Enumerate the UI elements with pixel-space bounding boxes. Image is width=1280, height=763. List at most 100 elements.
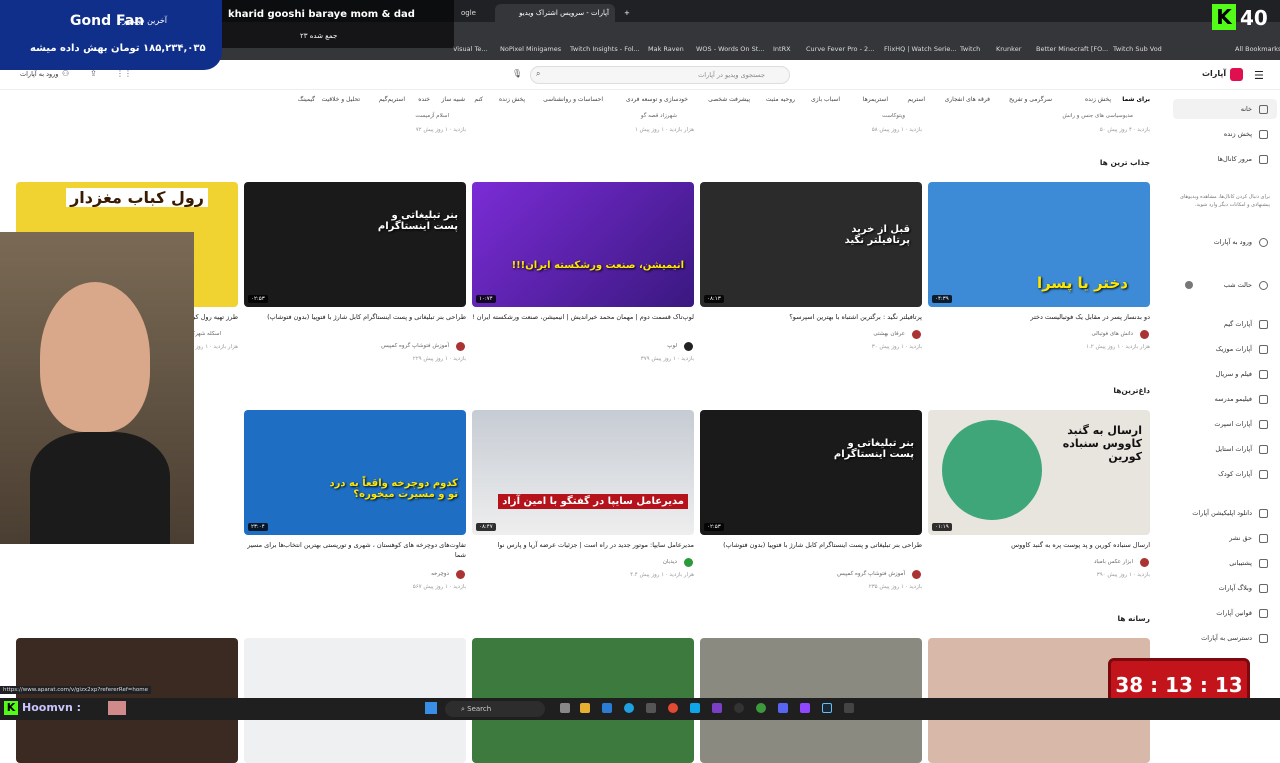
taskbar-search[interactable]: ⌕ Search — [445, 701, 545, 717]
sidebar-item-style[interactable]: آپارات استایل — [1215, 445, 1252, 453]
sidebar-item-night-mode[interactable]: حالت شب — [1224, 281, 1252, 289]
video-thumbnail[interactable]: دختر یا پسرا ۰۴:۳۹ — [928, 182, 1150, 307]
sidebar-item-login[interactable]: ورود به آپارات — [1214, 238, 1252, 246]
video-thumbnail[interactable]: مدیرعامل سایپا در گفتگو با امین آزاد ۰۸:… — [472, 410, 694, 535]
taskbar-app-icon[interactable] — [560, 703, 570, 713]
category-chip[interactable]: گیمینگ — [298, 96, 315, 103]
sidebar-item-support[interactable]: پشتیبانی — [1229, 559, 1252, 567]
sidebar-item-sport[interactable]: آپارات اسپرت — [1214, 420, 1252, 428]
channel-name[interactable]: اسلام آزمیست — [244, 113, 449, 119]
video-title[interactable]: تفاوت‌های دوچرخه های کوهستان ، شهری و تو… — [244, 540, 466, 560]
sidebar-item-download-app[interactable]: دانلود اپلیکیشن آپارات — [1192, 509, 1252, 517]
browser-tab-active[interactable]: آپارات - سرویس اشتراک ویدیو — [495, 4, 615, 22]
browser-tab[interactable]: ogle — [455, 4, 493, 22]
taskbar-app-icon[interactable] — [712, 703, 722, 713]
sidebar-item-blog[interactable]: وبلاگ آپارات — [1219, 584, 1252, 592]
windows-start-icon[interactable] — [425, 702, 437, 714]
category-chip[interactable]: پخش زنده — [1085, 96, 1111, 103]
video-thumbnail[interactable]: ارسال به گنبد کاووس سنباده کورین ۰۱:۱۹ — [928, 410, 1150, 535]
channel-avatar[interactable] — [912, 570, 921, 579]
channel-avatar[interactable] — [684, 558, 693, 567]
channel-name[interactable]: آموزش فتوشاپ گروه کمپیس — [244, 343, 449, 349]
category-chip[interactable]: استریم — [908, 96, 925, 103]
video-title[interactable]: طراحی بنر تبلیغاتی و پست اینستاگرام کابل… — [244, 312, 466, 322]
sidebar-item-live[interactable]: پخش زنده — [1224, 130, 1252, 138]
taskbar-app-icon[interactable] — [756, 703, 766, 713]
channel-name[interactable]: مدیوسیاسی های جنس و رانش — [928, 113, 1133, 119]
category-chip[interactable]: خنده — [418, 96, 430, 103]
category-chip[interactable]: برای شما — [1122, 96, 1150, 103]
sidebar-item-access[interactable]: دسترسی به آپارات — [1201, 634, 1252, 642]
sidebar-item-film[interactable]: فیلم و سریال — [1216, 370, 1252, 378]
sidebar-item-school[interactable]: فیلیمو مدرسه — [1215, 395, 1252, 403]
category-chip[interactable]: روحیه مثبت — [766, 96, 795, 103]
category-chip[interactable]: کنم — [474, 96, 483, 103]
taskbar-app-icon[interactable] — [602, 703, 612, 713]
bookmark-item[interactable]: All Bookmarks — [1235, 45, 1280, 53]
site-logo[interactable]: آپارات — [1202, 69, 1226, 78]
category-chip[interactable]: پخش زنده — [499, 96, 525, 103]
category-chip[interactable]: خودسازی و توسعه فردی — [626, 96, 688, 103]
channel-name[interactable]: ویتوکاست — [700, 113, 905, 119]
video-title[interactable]: مدیرعامل سایپا: موتور جدید در راه است | … — [472, 540, 694, 550]
sidebar-item-home[interactable]: خانه — [1241, 105, 1252, 113]
bookmark-item[interactable]: Better Minecraft [FO... — [1036, 45, 1108, 53]
taskbar-app-icon[interactable] — [690, 703, 700, 713]
bookmark-item[interactable]: WOS - Words On St... — [696, 45, 764, 53]
channel-name[interactable]: عرفان بهشتی — [700, 331, 905, 337]
sidebar-item-copyright[interactable]: حق نشر — [1229, 534, 1252, 542]
category-chip[interactable]: پیشرفت شخصی — [708, 96, 750, 103]
channel-avatar[interactable] — [684, 342, 693, 351]
channel-name[interactable]: دیدبان — [472, 559, 677, 565]
edge-icon[interactable] — [624, 703, 634, 713]
video-title[interactable]: طراحی بنر تبلیغاتی و پست اینستاگرام کابل… — [700, 540, 922, 550]
video-title[interactable]: پرتافیلتر نگید : برگترین اشتباه با بهتری… — [700, 312, 922, 322]
sidebar-item-kids[interactable]: آپارات کودک — [1218, 470, 1252, 478]
user-icon[interactable]: ⚇ — [62, 69, 69, 78]
category-chip[interactable]: استریمرها — [863, 96, 888, 103]
new-tab-icon[interactable]: + — [618, 4, 632, 22]
bookmark-item[interactable]: IntRX — [773, 45, 791, 53]
category-chip[interactable]: سرگرمی و تفریح — [1009, 96, 1052, 103]
channel-avatar[interactable] — [1140, 558, 1149, 567]
category-chip[interactable]: احساسات و روانشناسی — [543, 96, 603, 103]
aparat-logo-icon[interactable] — [1230, 68, 1243, 81]
bookmark-item[interactable]: NoPixel Minigames — [500, 45, 561, 53]
bookmark-item[interactable]: Mak Raven — [648, 45, 684, 53]
channel-avatar[interactable] — [912, 330, 921, 339]
bookmark-item[interactable]: Visual Te... — [453, 45, 488, 53]
video-thumbnail[interactable]: بنر تبلیغاتی و پست اینستاگرام ۰۲:۵۳ — [244, 182, 466, 307]
login-link[interactable]: ورود به آپارات — [20, 70, 58, 78]
search-icon[interactable]: ⌕ — [536, 69, 540, 79]
video-title[interactable]: دو بدنساز پسر در مقابل یک فوتبالیست دختر — [928, 312, 1150, 322]
taskbar-app-icon[interactable] — [734, 703, 744, 713]
channel-avatar[interactable] — [1140, 330, 1149, 339]
channel-name[interactable]: لوپ — [472, 343, 677, 349]
steam-icon[interactable] — [822, 703, 832, 713]
taskbar-app-icon[interactable] — [646, 703, 656, 713]
microphone-icon[interactable]: 🎙 — [512, 69, 522, 78]
night-mode-toggle[interactable] — [1185, 281, 1193, 289]
category-chip[interactable]: تحلیل و خلاقیت — [322, 96, 360, 103]
taskbar-app-icon[interactable] — [844, 703, 854, 713]
channel-name[interactable]: دوچرخه — [244, 571, 449, 577]
channel-name[interactable]: ابزار عکس بامباد — [928, 559, 1133, 565]
channel-name[interactable]: آموزش فتوشاپ گروه کمپیس — [700, 571, 905, 577]
category-chip[interactable]: اسباب بازی — [811, 96, 840, 103]
channel-avatar[interactable] — [456, 342, 465, 351]
sidebar-item-game[interactable]: آپارات گیم — [1224, 320, 1252, 328]
menu-icon[interactable]: ☰ — [1254, 69, 1264, 82]
twitch-icon[interactable] — [800, 703, 810, 713]
category-chip[interactable]: شبیه ساز — [441, 96, 465, 103]
channel-name[interactable]: دانش های فوتبالی — [928, 331, 1134, 337]
bookmark-item[interactable]: Twitch Insights - Fol... — [570, 45, 640, 53]
video-thumbnail[interactable]: کدوم دوچرخه واقعاً به درد تو و مسیرت میخ… — [244, 410, 466, 535]
bookmark-item[interactable]: Twitch — [960, 45, 980, 53]
channel-name[interactable]: شهرزاد قصه گو — [472, 113, 677, 119]
video-thumbnail[interactable]: انیمیشن، صنعت ورشکسته ایران!!! ۱۰:۷۴ — [472, 182, 694, 307]
upload-icon[interactable]: ⇪ — [90, 69, 97, 78]
search-input[interactable]: جستجوی ویدیو در آپارات — [530, 66, 790, 84]
category-chip[interactable]: فرقه های انفجاری — [945, 96, 990, 103]
bookmark-item[interactable]: Krunker — [996, 45, 1021, 53]
sidebar-item-channels[interactable]: مرور کانال‌ها — [1218, 155, 1252, 163]
